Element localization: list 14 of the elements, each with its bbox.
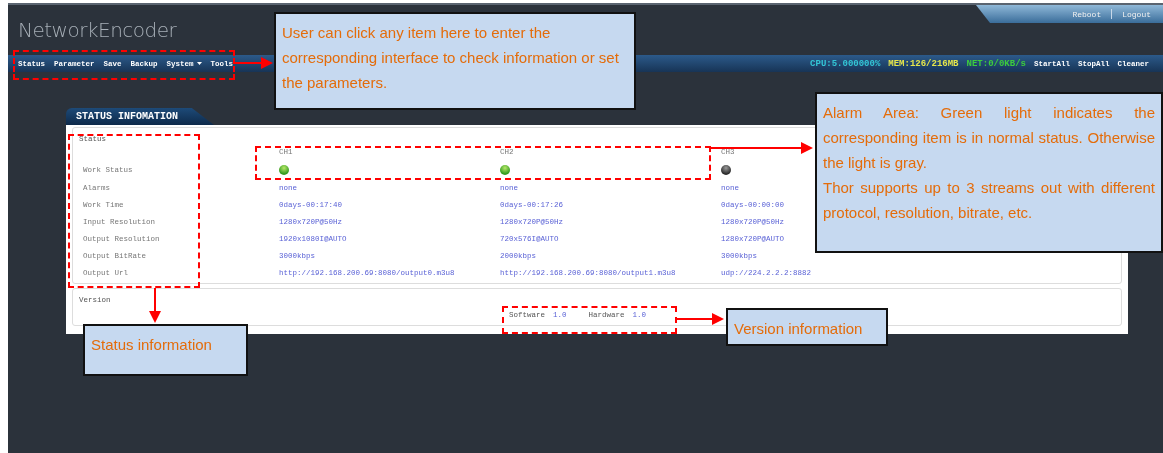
callout-arrow xyxy=(234,57,273,69)
callout-text: Thor supports up to 3 streams out with different protocol, resolution, bitrate, etc. xyxy=(823,178,1155,223)
system-stat: NET:0/0KB/s xyxy=(966,58,1026,69)
callout-text: Status information xyxy=(91,335,213,355)
callout-arrow xyxy=(676,313,724,325)
callout-text: Alarm Area: Green light indicates the corresponding item is in normal status. Otherwise the light is gray. xyxy=(823,103,1155,173)
callout-text: User can click any item here to enter the corresponding interface to check information or set the parameters. xyxy=(282,23,620,93)
logo: NetworkEncoder xyxy=(18,18,177,42)
callout-arrow xyxy=(149,287,161,323)
caret-icon xyxy=(196,62,202,65)
system-stat: CPU:5.000000% xyxy=(810,58,881,69)
callout-text: Version information xyxy=(734,319,864,339)
system-stat: MEM:126/216MB xyxy=(888,58,959,69)
panel-tab[interactable]: STATUS INFOMATION xyxy=(66,108,215,125)
